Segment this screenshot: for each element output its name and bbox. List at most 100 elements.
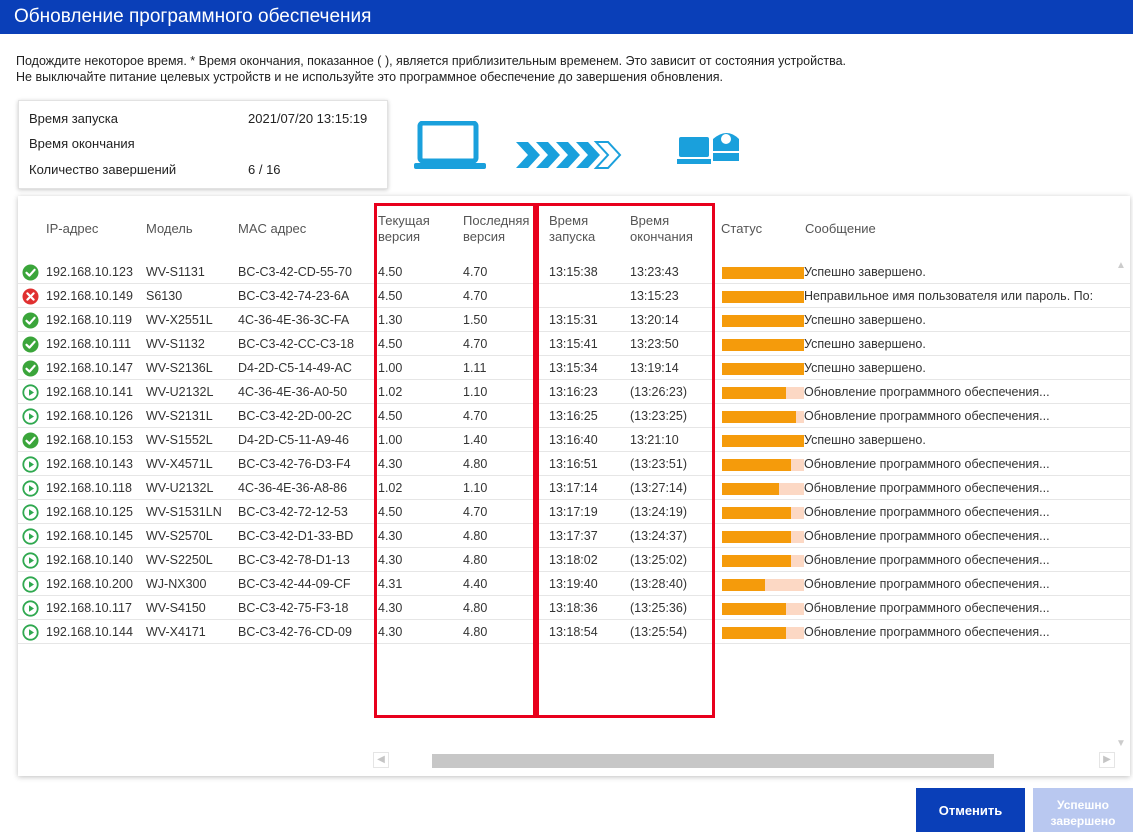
done-button-line2: завершено [1050,813,1116,828]
mac-cell: BC-C3-42-72-12-53 [238,505,348,519]
progress-fill [722,507,791,519]
cancel-button[interactable]: Отменить [916,788,1025,832]
running-play-icon [22,600,39,617]
scroll-up-button[interactable]: ▲ [1114,260,1128,274]
ip-cell: 192.168.10.126 [46,409,133,423]
progress-fill [722,363,804,375]
running-play-icon [22,528,39,545]
ip-cell: 192.168.10.140 [46,553,133,567]
done-button-line1: Успешно [1057,797,1109,812]
window-title: Обновление программного обеспечения [14,6,372,27]
progress-fill [722,339,804,351]
model-cell: WV-U2132L [146,385,214,399]
scroll-left-button[interactable]: ◀ [373,752,389,768]
highlight-times-box [536,203,715,718]
model-cell: WV-S2570L [146,529,213,543]
scroll-down-button[interactable]: ▼ [1114,738,1128,752]
success-check-icon [22,312,39,329]
camera-icon [675,123,745,178]
message-cell: Неправильное имя пользователя или пароль… [804,289,1094,303]
ip-cell: 192.168.10.147 [46,361,133,375]
model-cell: WV-S1131 [146,265,205,279]
notice-line-2: Не выключайте питание целевых устройств … [16,70,724,84]
progress-bar [722,339,804,351]
success-check-icon [22,360,39,377]
progress-fill [722,291,804,303]
running-play-icon [22,576,39,593]
model-cell: WV-X4171 [146,625,206,639]
end-time-label: Время окончания [29,136,135,151]
mac-cell: BC-C3-42-78-D1-13 [238,553,350,567]
ip-cell: 192.168.10.141 [46,385,133,399]
progress-fill [722,435,804,447]
mac-cell: BC-C3-42-CD-55-70 [238,265,352,279]
message-cell: Обновление программного обеспечения... [804,601,1050,615]
message-cell: Обновление программного обеспечения... [804,385,1050,399]
progress-fill [722,603,786,615]
progress-fill [722,531,791,543]
model-cell: WV-S2250L [146,553,213,567]
running-play-icon [22,408,39,425]
model-cell: WV-S1132 [146,337,205,351]
running-play-icon [22,624,39,641]
completed-count-label: Количество завершений [29,162,177,177]
message-cell: Обновление программного обеспечения... [804,481,1050,495]
progress-bar [722,459,804,471]
model-cell: WV-S2131L [146,409,213,423]
model-cell: WV-S2136L [146,361,213,375]
running-play-icon [22,504,39,521]
progress-bar [722,435,804,447]
progress-bar [722,555,804,567]
ip-cell: 192.168.10.145 [46,529,133,543]
running-play-icon [22,552,39,569]
ip-cell: 192.168.10.149 [46,289,133,303]
model-cell: WV-X2551L [146,313,213,327]
progress-fill [722,387,786,399]
ip-cell: 192.168.10.153 [46,433,133,447]
mac-cell: D4-2D-C5-11-A9-46 [238,433,349,447]
message-cell: Обновление программного обеспечения... [804,409,1050,423]
ip-cell: 192.168.10.111 [46,337,132,351]
horizontal-scrollbar-thumb[interactable] [432,754,994,768]
message-cell: Обновление программного обеспечения... [804,505,1050,519]
scroll-right-button[interactable]: ▶ [1099,752,1115,768]
progress-bar [722,363,804,375]
progress-bar [722,411,804,423]
progress-bar [722,603,804,615]
mac-cell: D4-2D-C5-14-49-AC [238,361,352,375]
message-cell: Обновление программного обеспечения... [804,529,1050,543]
ip-cell: 192.168.10.143 [46,457,133,471]
success-check-icon [22,432,39,449]
mac-cell: 4C-36-4E-36-3C-FA [238,313,350,327]
mac-cell: 4C-36-4E-36-A8-86 [238,481,348,495]
success-check-icon [22,264,39,281]
ip-cell: 192.168.10.200 [46,577,133,591]
ip-cell: 192.168.10.144 [46,625,133,639]
highlight-versions-box [374,203,536,718]
ip-cell: 192.168.10.117 [46,601,132,615]
mac-cell: BC-C3-42-76-D3-F4 [238,457,351,471]
done-button[interactable]: Успешно завершено [1033,788,1133,832]
mac-cell: BC-C3-42-D1-33-BD [238,529,354,543]
message-cell: Успешно завершено. [804,337,926,351]
arrows-icon [516,139,638,176]
progress-bar [722,531,804,543]
progress-bar [722,315,804,327]
ip-cell: 192.168.10.119 [46,313,132,327]
title-bar: Обновление программного обеспечения [0,0,1133,34]
start-time-label: Время запуска [29,111,119,126]
mac-cell: BC-C3-42-76-CD-09 [238,625,352,639]
mac-cell: BC-C3-42-2D-00-2C [238,409,352,423]
progress-bar [722,579,804,591]
notice-line-1: Подождите некоторое время. * Время оконч… [16,54,847,68]
mac-cell: BC-C3-42-44-09-CF [238,577,351,591]
progress-bar [722,483,804,495]
running-play-icon [22,456,39,473]
progress-fill [722,483,780,495]
progress-bar [722,291,804,303]
progress-fill [722,315,804,327]
progress-fill [722,267,804,279]
message-cell: Обновление программного обеспечения... [804,625,1050,639]
message-cell: Успешно завершено. [804,361,926,375]
model-cell: WJ-NX300 [146,577,207,591]
